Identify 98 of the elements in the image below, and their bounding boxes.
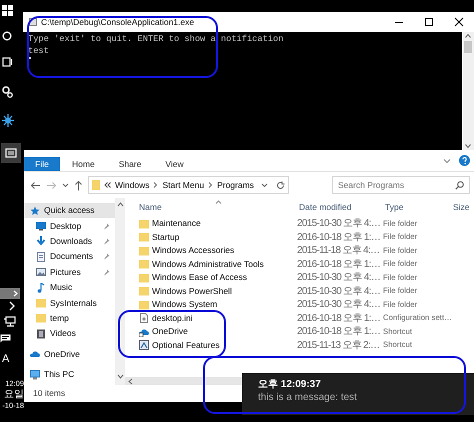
scroll-up-icon[interactable] xyxy=(464,32,472,40)
picture-icon xyxy=(36,267,46,278)
nav-item[interactable]: Music xyxy=(24,280,115,296)
ribbon-tab[interactable]: Home xyxy=(60,157,107,171)
date-cell: 2015-10-30 오후 4:… xyxy=(297,286,380,296)
date-cell: 2015-10-30 오후 4:… xyxy=(297,299,380,310)
monitor-icon[interactable] xyxy=(4,316,16,327)
window-title: C:\temp\Debug\ConsoleApplication1.exe xyxy=(41,16,194,28)
pin-icon[interactable] xyxy=(103,253,110,260)
file-menu-button[interactable]: File xyxy=(24,157,60,171)
scroll-left-icon[interactable] xyxy=(128,378,133,384)
cursor-icon xyxy=(28,57,31,59)
help-icon[interactable] xyxy=(459,155,470,166)
input-mode-indicator[interactable]: A xyxy=(2,351,10,368)
file-icon xyxy=(139,313,149,323)
address-bar[interactable]: Windows Start Menu Programs xyxy=(88,176,289,194)
nav-item[interactable]: SysInternals xyxy=(24,295,115,311)
music-note-icon xyxy=(36,282,46,293)
search-field[interactable]: Search Programs xyxy=(332,176,470,194)
desktop-icon xyxy=(36,221,46,232)
file-name[interactable]: desktop.ini xyxy=(125,312,193,324)
app-icon xyxy=(139,340,149,350)
folder-icon xyxy=(92,180,100,190)
up-icon[interactable] xyxy=(74,180,83,190)
back-icon[interactable] xyxy=(30,180,41,190)
nav-item[interactable]: Downloads xyxy=(24,234,115,250)
column-header[interactable]: Name xyxy=(139,202,162,212)
column-header[interactable]: Type xyxy=(385,202,404,212)
pin-icon[interactable] xyxy=(103,238,110,245)
computer-icon xyxy=(30,370,40,380)
status-text: 10 items xyxy=(33,387,66,400)
breadcrumb-segment[interactable]: Start Menu xyxy=(162,178,204,192)
file-name[interactable]: Maintenance xyxy=(125,218,201,229)
expand-icon[interactable] xyxy=(443,158,451,164)
file-name[interactable]: Startup xyxy=(125,232,180,242)
scroll-up-icon[interactable] xyxy=(116,202,124,207)
file-name[interactable]: Windows System xyxy=(125,299,218,310)
date-cell: 2015-10-30 오후 4:… xyxy=(297,218,380,229)
cloud-icon xyxy=(30,349,40,360)
date-cell: 2016-10-18 오후 1:… xyxy=(297,258,380,270)
file-name[interactable]: Windows Accessories xyxy=(125,245,234,256)
explorer-taskbar-icon[interactable] xyxy=(1,143,21,163)
date-cell: 2015-11-18 오후 4:… xyxy=(297,245,380,256)
ribbon-tab[interactable]: View xyxy=(153,157,196,171)
chevron-icon[interactable] xyxy=(7,301,17,311)
notification-message: this is a message: test xyxy=(258,391,358,404)
chevron-icon xyxy=(153,182,158,188)
breadcrumb-segment[interactable]: Windows xyxy=(115,178,150,192)
file-name[interactable]: Windows Administrative Tools xyxy=(125,258,264,270)
scroll-down-icon[interactable] xyxy=(116,374,124,379)
nav-item[interactable]: temp xyxy=(24,310,115,326)
notification-toast[interactable]: 오후 12:09:37 this is a message: test xyxy=(242,373,474,415)
date-cell: 2016-10-18 오후 1:… xyxy=(297,232,380,242)
sort-icon xyxy=(215,200,222,204)
nav-item[interactable]: This PC xyxy=(24,366,115,382)
app-icon[interactable] xyxy=(2,114,14,127)
windows-icon[interactable] xyxy=(2,5,13,16)
column-header[interactable]: Date modified xyxy=(299,202,352,212)
double-chevron-icon xyxy=(104,182,111,188)
refresh-icon[interactable] xyxy=(276,180,285,190)
folder-icon xyxy=(36,313,46,324)
console-line: test xyxy=(28,46,50,57)
download-icon xyxy=(36,236,46,246)
console-line: Type 'exit' to quit. ENTER to show a notification xyxy=(28,34,284,46)
dropdown-icon[interactable] xyxy=(261,182,268,188)
nav-item[interactable]: Desktop xyxy=(24,218,115,234)
date-cell: 2015-10-30 오후 4:… xyxy=(297,272,380,283)
file-name[interactable]: OneDrive xyxy=(125,326,188,337)
nav-item[interactable]: Quick access xyxy=(24,203,115,218)
film-icon xyxy=(36,328,46,339)
date-cell: 2016-10-18 오후 1:… xyxy=(297,312,380,324)
nav-item[interactable]: Pictures xyxy=(24,264,115,280)
search-placeholder: Search Programs xyxy=(338,178,404,192)
pin-icon[interactable] xyxy=(103,222,110,230)
dropdown-icon[interactable] xyxy=(62,182,69,188)
scroll-thumb[interactable] xyxy=(464,41,472,53)
cloud-icon xyxy=(139,326,149,336)
message-icon[interactable] xyxy=(0,334,11,343)
ribbon-tab[interactable]: Share xyxy=(106,157,154,171)
nav-item[interactable]: OneDrive xyxy=(24,346,115,362)
star-icon xyxy=(30,206,40,216)
date-cell: 2015-11-13 오후 2:… xyxy=(297,340,380,350)
column-header[interactable]: Size xyxy=(453,202,470,212)
scroll-down-icon[interactable] xyxy=(464,142,472,150)
document-icon xyxy=(36,252,46,262)
date-cell: 2016-10-18 오후 1:… xyxy=(297,326,380,337)
breadcrumb-segment[interactable]: Programs xyxy=(217,178,254,192)
file-name[interactable]: Windows Ease of Access xyxy=(125,272,247,283)
clock-text[interactable]: 요일 xyxy=(0,389,24,400)
chevron-icon xyxy=(208,182,214,188)
file-name[interactable]: Optional Features xyxy=(125,340,220,350)
task-view-icon[interactable] xyxy=(2,57,13,67)
notification-title: 오후 12:09:37 xyxy=(258,378,322,391)
folder-icon xyxy=(36,298,46,308)
file-name[interactable]: Windows PowerShell xyxy=(125,286,232,296)
nav-item[interactable]: Videos xyxy=(24,326,115,342)
nav-item[interactable]: Documents xyxy=(24,249,115,265)
pin-icon[interactable] xyxy=(103,268,110,276)
